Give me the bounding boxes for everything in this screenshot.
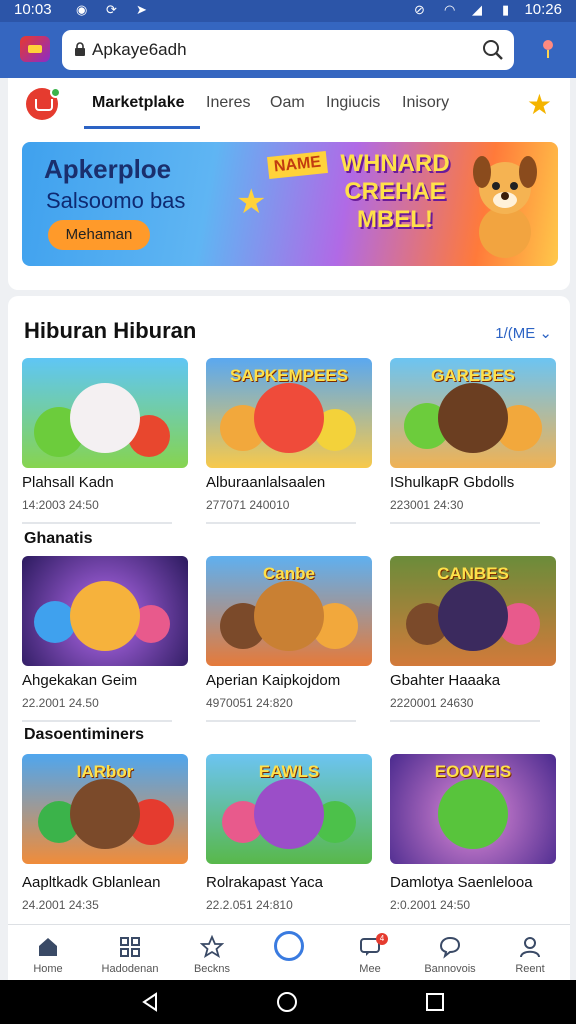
- status-time-right: 10:26: [524, 1, 562, 18]
- bubble-icon: [439, 936, 461, 959]
- app-logo[interactable]: [20, 36, 50, 62]
- game-thumbnail[interactable]: EAWLS: [206, 754, 372, 864]
- star-icon[interactable]: ★: [527, 88, 552, 121]
- tab-ineres[interactable]: Ineres: [206, 94, 250, 112]
- home-button-icon[interactable]: [276, 991, 298, 1013]
- signal-icon: ◢: [472, 2, 482, 17]
- section-title-dasoentiminers: Dasoentiminers: [24, 726, 145, 743]
- game-meta: 223001 24:30: [390, 498, 464, 512]
- status-time: 10:03: [14, 1, 52, 18]
- mic-icon[interactable]: [540, 38, 556, 62]
- game-title[interactable]: IShulkapR Gbdolls: [390, 474, 560, 491]
- section-title-hiburan: Hiburan Hiburan: [24, 318, 197, 343]
- nav-beckns[interactable]: Beckns: [172, 925, 252, 981]
- game-title[interactable]: Gbahter Haaaka: [390, 672, 560, 689]
- section-title-ghanatis: Ghanatis: [24, 530, 93, 547]
- game-title[interactable]: Rolrakapast Yaca: [206, 874, 376, 891]
- banner-subtitle: Salsoomo bas: [46, 188, 186, 213]
- tab-inisory[interactable]: Inisory: [402, 94, 449, 112]
- back-icon[interactable]: [140, 992, 160, 1012]
- see-more-link[interactable]: 1/(ME ⌄: [495, 324, 552, 342]
- game-thumbnail[interactable]: GAREBES: [390, 358, 556, 468]
- divider: [206, 720, 356, 722]
- game-meta: 277071 240010: [206, 498, 290, 512]
- person-icon: [520, 937, 540, 958]
- store-logo[interactable]: [26, 87, 61, 120]
- nav-bannovois[interactable]: Bannovois: [410, 925, 490, 981]
- wifi-icon: ◠: [444, 2, 456, 17]
- browser-toolbar: Apkaye6adh: [0, 22, 576, 78]
- game-meta: 22.2.051 24:810: [206, 898, 293, 912]
- divider: [390, 720, 540, 722]
- top-navigation: Marketplake Ineres Oam Ingiucis Inisory …: [8, 78, 570, 130]
- nav-home[interactable]: Home: [8, 925, 88, 981]
- game-thumbnail[interactable]: Canbe: [206, 556, 372, 666]
- nav-center[interactable]: [250, 925, 330, 981]
- url-text[interactable]: Apkaye6adh: [92, 40, 187, 60]
- game-title[interactable]: Damlotya Saenlelooa: [390, 874, 560, 891]
- game-meta: 22.2001 24.50: [22, 696, 99, 710]
- game-thumbnail[interactable]: [22, 358, 188, 468]
- divider: [22, 522, 172, 524]
- game-thumbnail[interactable]: EOOVEIS: [390, 754, 556, 864]
- divider: [22, 720, 172, 722]
- banner-tag: NAME: [267, 150, 329, 180]
- divider: [390, 522, 540, 524]
- content-card: Hiburan Hiburan 1/(ME ⌄ SAPKEMPEES GAREB…: [8, 296, 570, 924]
- home-icon: [39, 938, 57, 956]
- game-title[interactable]: Plahsall Kadn: [22, 474, 192, 491]
- sync-icon: ⟳: [106, 2, 117, 17]
- banner-button[interactable]: Mehaman: [48, 220, 150, 250]
- tab-marketplace[interactable]: Marketplake: [92, 94, 185, 112]
- system-navigation-bar: [0, 980, 576, 1024]
- banner-title: Apkerploe: [44, 154, 172, 184]
- app-center-icon: [274, 931, 304, 961]
- bottom-navigation: Home Hadodenan Beckns 4 Mee Bannovois Re…: [8, 924, 570, 980]
- battery-icon: ▮: [502, 2, 510, 17]
- recents-icon[interactable]: [426, 993, 444, 1011]
- tab-oam[interactable]: Oam: [270, 94, 305, 112]
- status-bar: 10:03 ◉ ⟳ ➤ ⊘ ◠ ◢ ▮ 10:26: [0, 0, 576, 22]
- game-thumbnail[interactable]: CANBES: [390, 556, 556, 666]
- data-saver-icon: ⊘: [414, 2, 425, 17]
- game-meta: 2220001 24630: [390, 696, 474, 710]
- address-bar[interactable]: Apkaye6adh: [62, 30, 514, 70]
- chevron-down-icon: ⌄: [539, 325, 552, 342]
- game-thumbnail[interactable]: [22, 556, 188, 666]
- banner-card: Apkerploe Salsoomo bas Mehaman ★ NAME WH…: [8, 130, 570, 290]
- star-decoration-icon: ★: [236, 183, 267, 221]
- grid-icon: [120, 937, 140, 957]
- location-icon: ➤: [136, 2, 147, 17]
- game-title[interactable]: Alburaanlalsaalen: [206, 474, 376, 491]
- lock-icon: [75, 42, 85, 56]
- promo-banner[interactable]: Apkerploe Salsoomo bas Mehaman ★ NAME WH…: [22, 142, 558, 266]
- banner-headline: WHNARD CREHAE MBEL!: [340, 150, 450, 233]
- active-tab-indicator: [84, 126, 200, 129]
- star-outline-icon: [200, 935, 224, 958]
- divider: [206, 522, 356, 524]
- dog-mascot-icon: [473, 156, 537, 258]
- game-meta: 4970051 24:820: [206, 696, 293, 710]
- game-thumbnail[interactable]: IARbor: [22, 754, 188, 864]
- nav-hadodenan[interactable]: Hadodenan: [90, 925, 170, 981]
- nav-mee[interactable]: 4 Mee: [330, 925, 410, 981]
- notification-badge: 4: [376, 933, 388, 945]
- game-thumbnail[interactable]: SAPKEMPEES: [206, 358, 372, 468]
- record-icon: ◉: [76, 2, 88, 17]
- game-title[interactable]: Aapltkadk Gblanlean: [22, 874, 192, 891]
- nav-reent[interactable]: Reent: [490, 925, 570, 981]
- game-meta: 2:0.2001 24:50: [390, 898, 471, 912]
- game-title[interactable]: Aperian Kaipkojdom: [206, 672, 376, 689]
- game-meta: 24.2001 24:35: [22, 898, 99, 912]
- search-icon[interactable]: [482, 39, 504, 61]
- game-title[interactable]: Ahgekakan Geim: [22, 672, 192, 689]
- game-meta: 14:2003 24:50: [22, 498, 99, 512]
- tab-ingiucis[interactable]: Ingiucis: [326, 94, 380, 112]
